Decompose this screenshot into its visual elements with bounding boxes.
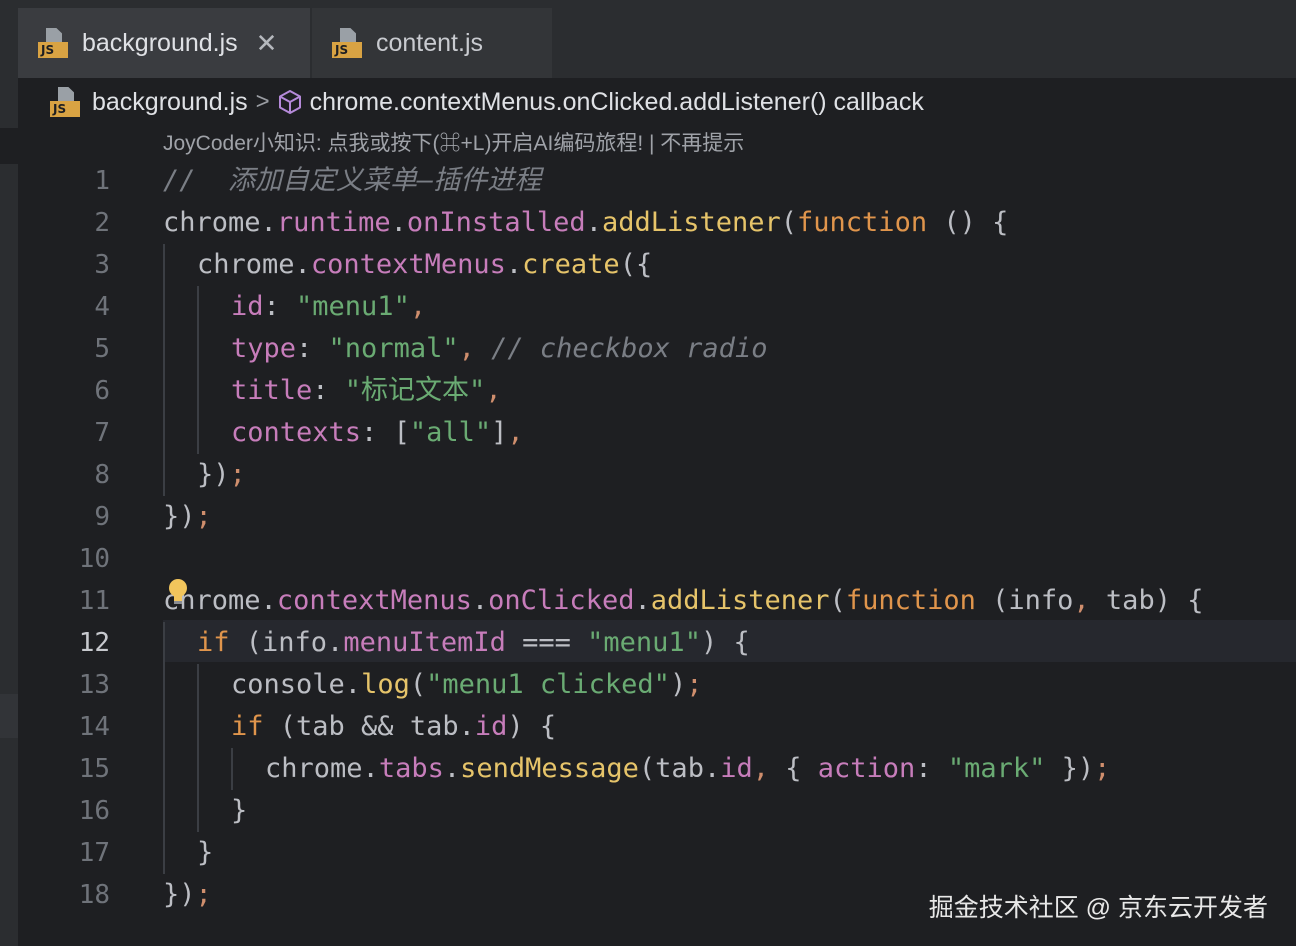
code-line-11: chrome.contextMenus.onClicked.addListene…	[163, 585, 1204, 616]
code-line-2: chrome.runtime.onInstalled.addListener(f…	[163, 207, 1009, 238]
line-number: 5	[94, 334, 110, 364]
code-line-8: });	[197, 459, 246, 490]
code-line-15: chrome.tabs.sendMessage(tab.id, { action…	[265, 753, 1111, 784]
js-file-icon: JS	[38, 28, 70, 58]
code-line-12: if (info.menuItemId === "menu1") {	[197, 627, 750, 658]
line-number: 2	[94, 208, 110, 238]
ide-window: JS background.js ✕ JS content.js JS back…	[0, 0, 1296, 946]
line-number: 18	[78, 880, 110, 910]
tab-background-js[interactable]: JS background.js ✕	[18, 8, 310, 78]
breadcrumb-file[interactable]: background.js	[92, 88, 248, 117]
close-icon[interactable]: ✕	[256, 30, 278, 56]
code-line-3: chrome.contextMenus.create({	[197, 249, 653, 280]
line-number: 3	[94, 250, 110, 280]
code-line-5: type: "normal", // checkbox radio	[231, 333, 768, 364]
line-number: 14	[78, 712, 110, 742]
code-line-13: console.log("menu1 clicked");	[231, 669, 703, 700]
code-line-9: });	[163, 501, 212, 532]
js-file-icon: JS	[50, 87, 82, 117]
tool-strip-marker	[0, 694, 18, 738]
line-number: 17	[78, 838, 110, 868]
line-number: 16	[78, 796, 110, 826]
ai-hint-banner[interactable]: JoyCoder小知识: 点我或按下(⌘+L)开启AI编码旅程! | 不再提示	[163, 127, 744, 157]
tab-label: background.js	[82, 28, 238, 57]
line-number: 7	[94, 418, 110, 448]
tab-label: content.js	[376, 28, 484, 57]
cube-icon	[278, 90, 301, 114]
lightbulb-icon[interactable]	[166, 578, 190, 608]
tool-strip-marker	[0, 128, 18, 164]
indent-guide	[163, 622, 165, 874]
code-line-14: if (tab && tab.id) {	[231, 711, 557, 742]
indent-guide	[197, 286, 199, 454]
chevron-right-icon: >	[255, 88, 270, 115]
indent-guide	[163, 244, 165, 496]
indent-guide	[197, 664, 199, 832]
code-line-4: id: "menu1",	[231, 291, 427, 322]
code-line-18: });	[163, 879, 212, 910]
editor-tab-bar: JS background.js ✕ JS content.js	[18, 0, 1296, 78]
line-number: 15	[78, 754, 110, 784]
breadcrumb-symbol[interactable]: chrome.contextMenus.onClicked.addListene…	[310, 88, 924, 117]
js-file-icon: JS	[332, 28, 364, 58]
line-number: 9	[94, 502, 110, 532]
line-number: 8	[94, 460, 110, 490]
line-number-current: 12	[78, 628, 110, 658]
line-number: 13	[78, 670, 110, 700]
left-tool-strip	[0, 0, 18, 946]
code-line-7: contexts: ["all"],	[231, 417, 524, 448]
line-number: 1	[94, 166, 110, 196]
code-line-16: }	[231, 795, 248, 826]
breadcrumb: JS background.js > chrome.contextMenus.o…	[18, 80, 1296, 124]
watermark: 掘金技术社区 @ 京东云开发者	[928, 894, 1268, 922]
line-number: 6	[94, 376, 110, 406]
line-number: 11	[78, 586, 110, 616]
line-number: 10	[78, 544, 110, 574]
code-line-17: }	[197, 837, 214, 868]
line-number: 4	[94, 292, 110, 322]
tab-content-js[interactable]: JS content.js	[312, 8, 552, 78]
indent-guide	[231, 748, 233, 790]
code-line-6: title: "标记文本",	[231, 375, 502, 406]
code-line-1: // 添加自定义菜单—插件进程	[163, 165, 542, 196]
